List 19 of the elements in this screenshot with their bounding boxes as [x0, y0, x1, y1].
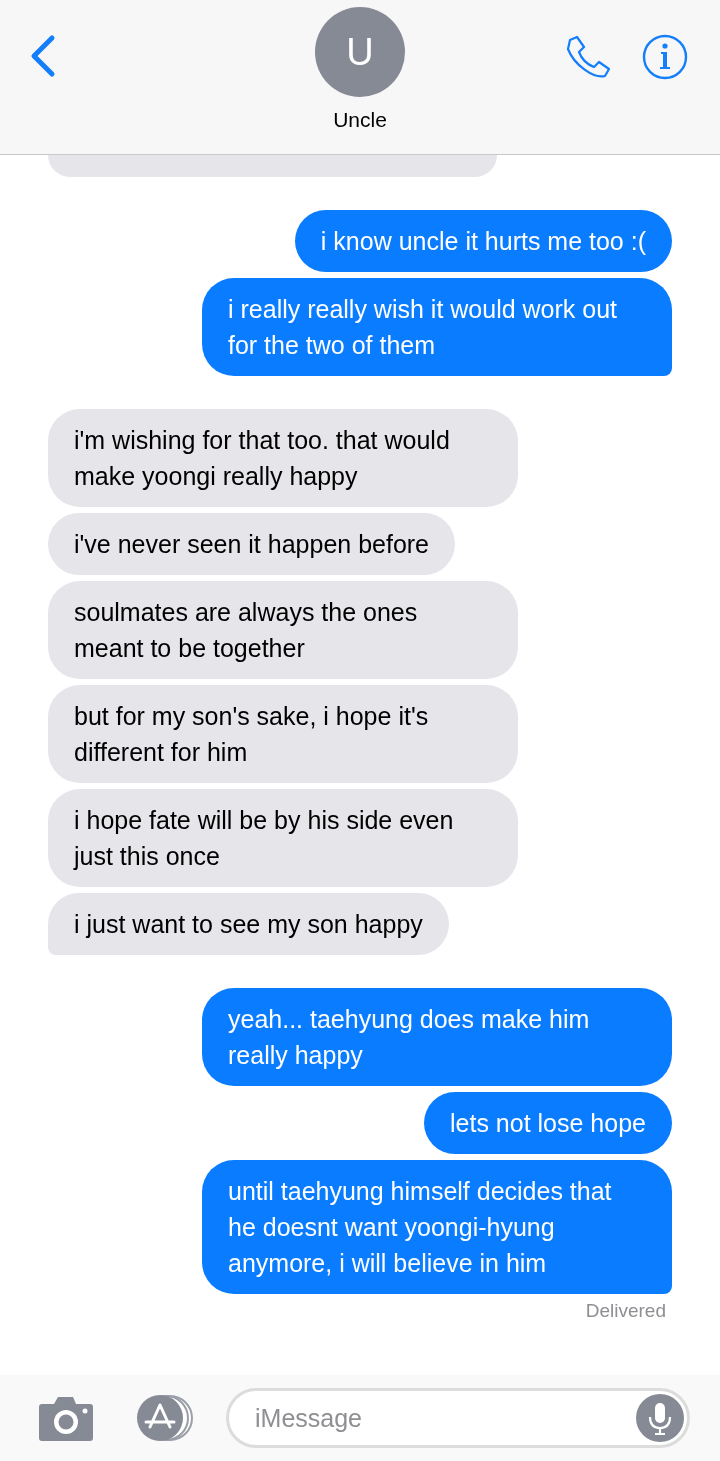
message-bubble: but for my son's sake, i hope it's different for him: [48, 685, 518, 783]
message-bubble: lets not lose hope: [424, 1092, 672, 1154]
contact-avatar[interactable]: U: [315, 7, 405, 97]
message-bubble: i've never seen it happen before: [48, 513, 456, 575]
message-bubble: i hope fate will be by his side even just this once: [48, 789, 518, 887]
message-bubble: i'm wishing for that too. that would make yoongi really happy: [48, 409, 518, 507]
message-input-field[interactable]: iMessage: [226, 1388, 690, 1448]
contact-name: Uncle: [333, 108, 387, 132]
message-bubble: yeah... taehyung does make him really happy: [202, 988, 672, 1086]
message-bubble: until taehyung himself decides that he doesnt want yoongi-hyung anymore, i will believe in him: [202, 1160, 672, 1294]
message-bubble: i really really wish it would work out for the two of them: [202, 278, 672, 376]
message-bubble: i know uncle it hurts me too :(: [294, 210, 672, 272]
microphone-icon[interactable]: [636, 1394, 684, 1442]
delivery-status: Delivered: [585, 1300, 666, 1322]
phone-icon[interactable]: [564, 35, 610, 81]
message-bubble: soulmates are always the ones meant to be together: [48, 581, 518, 679]
message-bubble: i just want to see my son happy: [48, 893, 449, 955]
info-icon[interactable]: [642, 34, 688, 80]
camera-icon[interactable]: [38, 1394, 94, 1442]
